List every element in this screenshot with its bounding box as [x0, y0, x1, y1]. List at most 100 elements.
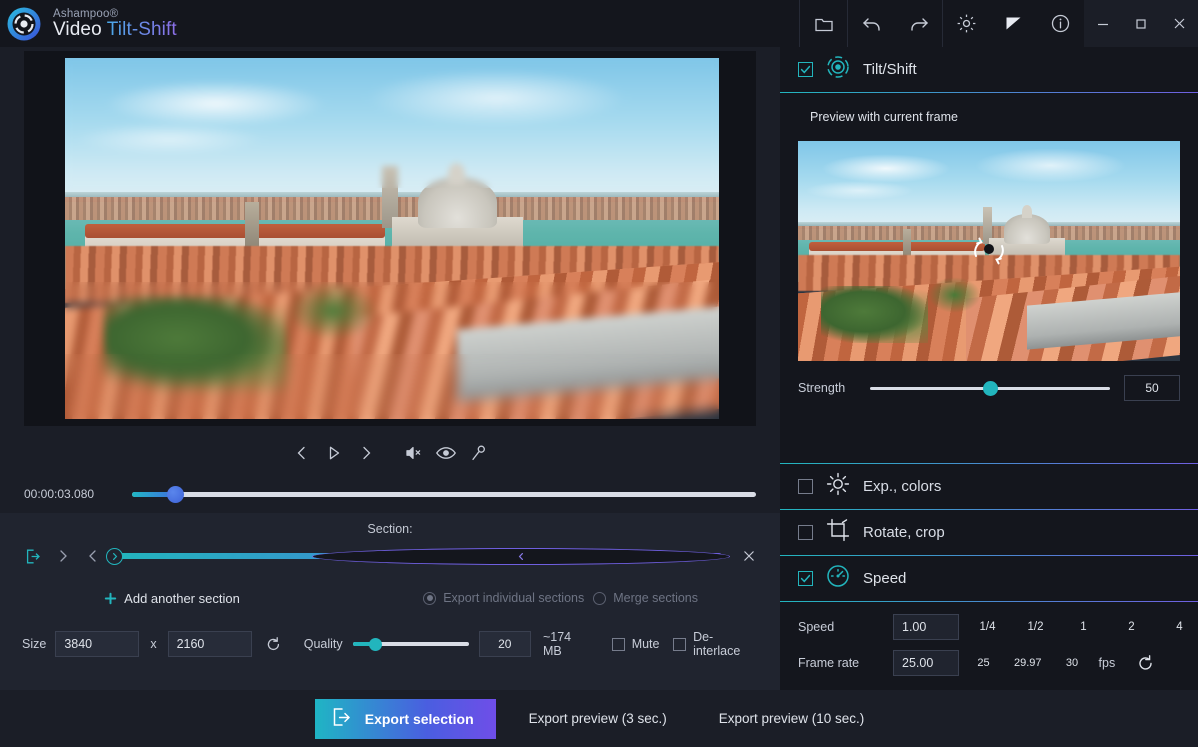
preview-with-current-frame-button[interactable]: Preview with current frame: [798, 103, 970, 131]
app-window: Ashampoo® Video Tilt-Shift: [0, 0, 1198, 747]
app-title-word1: Video: [53, 19, 107, 40]
next-frame-button[interactable]: [351, 437, 381, 469]
preview-eye-button[interactable]: [431, 437, 461, 469]
tiltshift-blur-top: [65, 58, 719, 188]
mute-label: Mute: [632, 637, 660, 651]
section-start-handle[interactable]: [106, 548, 123, 565]
deinterlace-checkbox[interactable]: De-interlace: [673, 630, 758, 658]
previous-marker-button[interactable]: [78, 542, 108, 570]
quality-slider[interactable]: [353, 642, 469, 646]
tools-button[interactable]: [463, 437, 493, 469]
rotate-crop-checkbox[interactable]: [798, 525, 813, 540]
export-mode-radios: Export individual sections Merge section…: [322, 591, 758, 605]
export-selection-label: Export selection: [365, 711, 474, 727]
theme-button[interactable]: [990, 0, 1037, 47]
main-body: 00:00:03.080 Section:: [0, 47, 1198, 690]
add-section-row: Add another section Export individual se…: [0, 574, 780, 622]
previous-frame-button[interactable]: [287, 437, 317, 469]
strength-slider[interactable]: [870, 387, 1110, 390]
speedometer-icon: [825, 563, 851, 594]
section-end-handle[interactable]: [312, 548, 730, 565]
sun-icon: [825, 471, 851, 502]
bottom-action-bar: Export selection Export preview (3 sec.)…: [0, 690, 1198, 747]
app-brand: Ashampoo® Video Tilt-Shift: [53, 8, 177, 40]
export-preview-3sec-button[interactable]: Export preview (3 sec.): [510, 699, 686, 739]
mute-button[interactable]: [399, 437, 429, 469]
radio-dot-icon-2: [593, 592, 606, 605]
speed-preset-quarter[interactable]: 1/4: [968, 614, 1007, 640]
target-logo-icon: [5, 5, 43, 43]
section-range-slider[interactable]: [114, 553, 722, 559]
undo-button[interactable]: [848, 0, 895, 47]
set-section-icon[interactable]: [18, 542, 48, 570]
width-input[interactable]: [55, 631, 139, 657]
reset-framerate-button[interactable]: [1132, 650, 1158, 676]
speed-preset-one[interactable]: 1: [1064, 614, 1103, 640]
output-settings-row: Size x Quality 20 ~174 MB: [0, 622, 780, 666]
framerate-preset-25[interactable]: 25: [968, 650, 999, 676]
framerate-preset-2997[interactable]: 29.97: [1008, 650, 1048, 676]
section-bar-row: [0, 538, 780, 574]
export-arrow-icon: [331, 706, 353, 731]
app-title: Video Tilt-Shift: [53, 20, 177, 40]
speed-preset-two[interactable]: 2: [1112, 614, 1151, 640]
timeline-thumb[interactable]: [167, 486, 184, 503]
timeline-row: 00:00:03.080: [0, 475, 780, 513]
timeline-slider[interactable]: [132, 492, 756, 497]
playback-controls: [0, 430, 780, 475]
speed-row: Speed 1/4 1/2 1 2 4: [798, 614, 1180, 640]
crop-icon: [825, 517, 851, 548]
window-controls: [1084, 0, 1198, 47]
strength-thumb[interactable]: [983, 381, 998, 396]
radio-export-individual-sections[interactable]: Export individual sections: [423, 591, 584, 605]
tiltshift-checkbox[interactable]: [798, 62, 813, 77]
framerate-input[interactable]: [893, 650, 959, 676]
settings-button[interactable]: [943, 0, 990, 47]
redo-button[interactable]: [895, 0, 942, 47]
open-folder-button[interactable]: [800, 0, 847, 47]
section-editor: Section:: [0, 513, 780, 690]
strength-value[interactable]: 50: [1124, 375, 1180, 401]
app-title-word2: Tilt-Shift: [107, 19, 177, 40]
export-selection-button[interactable]: Export selection: [315, 699, 496, 739]
rotate-crop-title: Rotate, crop: [863, 524, 945, 541]
deinterlace-checkbox-box[interactable]: [673, 638, 686, 651]
add-another-section-button[interactable]: Add another section: [22, 583, 322, 613]
panel-header-exposure[interactable]: Exp., colors: [780, 464, 1198, 509]
panel-header-rotate-crop[interactable]: Rotate, crop: [780, 510, 1198, 555]
export-preview-10sec-button[interactable]: Export preview (10 sec.): [700, 699, 884, 739]
quality-value[interactable]: 20: [479, 631, 531, 657]
panel-header-tiltshift[interactable]: Tilt/Shift: [780, 47, 1198, 92]
radio-merge-sections[interactable]: Merge sections: [593, 591, 698, 605]
close-button[interactable]: [1160, 0, 1198, 47]
maximize-button[interactable]: [1122, 0, 1160, 47]
exposure-checkbox[interactable]: [798, 479, 813, 494]
minimize-button[interactable]: [1084, 0, 1122, 47]
speed-preset-half[interactable]: 1/2: [1016, 614, 1055, 640]
fps-label: fps: [1099, 656, 1116, 670]
panel-header-speed[interactable]: Speed: [780, 556, 1198, 601]
speed-preset-four[interactable]: 4: [1160, 614, 1198, 640]
info-button[interactable]: [1037, 0, 1084, 47]
quality-thumb[interactable]: [369, 638, 382, 651]
deinterlace-label: De-interlace: [693, 630, 758, 658]
rotate-handles-icon[interactable]: [956, 234, 1022, 268]
speed-body: Speed 1/4 1/2 1 2 4 Frame rate 25 29.97 …: [780, 602, 1198, 690]
framerate-preset-30[interactable]: 30: [1057, 650, 1088, 676]
speed-checkbox[interactable]: [798, 571, 813, 586]
mute-checkbox[interactable]: Mute: [612, 637, 660, 651]
video-preview[interactable]: [65, 58, 719, 419]
tiltshift-thumbnail-preview[interactable]: [798, 141, 1180, 361]
reset-size-button[interactable]: [261, 631, 286, 657]
play-button[interactable]: [319, 437, 349, 469]
quality-label: Quality: [304, 637, 343, 651]
height-input[interactable]: [168, 631, 252, 657]
radio-merge-label: Merge sections: [613, 591, 698, 605]
plus-icon: [104, 592, 117, 605]
mute-checkbox-box[interactable]: [612, 638, 625, 651]
delete-section-button[interactable]: [736, 543, 762, 569]
section-heading: Section:: [0, 513, 780, 538]
radio-dot-icon: [423, 592, 436, 605]
speed-input[interactable]: [893, 614, 959, 640]
next-marker-button[interactable]: [48, 542, 78, 570]
